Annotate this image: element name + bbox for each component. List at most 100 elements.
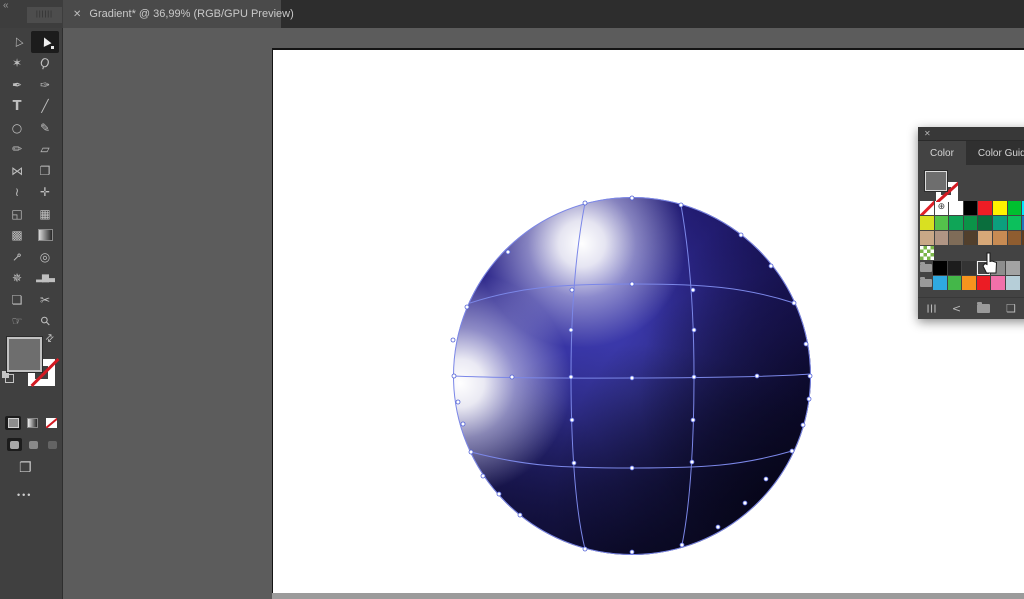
tool-puppet-warp-tool[interactable]: ✛ xyxy=(31,182,59,204)
swatch[interactable] xyxy=(949,201,963,215)
toolbar-drag-grip[interactable]: |||||| xyxy=(27,7,62,23)
panel-header[interactable]: ✕ xyxy=(918,127,1024,141)
edit-toolbar-button[interactable]: ••• xyxy=(17,490,32,500)
change-screen-mode-button[interactable]: ❐ xyxy=(19,460,32,476)
zoom-tool-icon: ⚲ xyxy=(37,313,53,329)
tool-blend-tool[interactable]: ◎ xyxy=(31,246,59,268)
swatch-libraries-icon[interactable]: ☰ xyxy=(924,304,937,314)
tool-hand-tool[interactable]: ☞ xyxy=(3,311,31,333)
swatch[interactable] xyxy=(933,276,947,290)
swatch[interactable] xyxy=(1008,231,1022,245)
tool-column-graph-tool[interactable]: ▂▆▃ xyxy=(31,268,59,290)
tool-type-tool[interactable]: T xyxy=(3,96,31,118)
swatch[interactable] xyxy=(978,216,992,230)
swatch-none[interactable] xyxy=(920,201,934,215)
color-group-folder-icon[interactable] xyxy=(920,264,932,272)
draw-normal-button[interactable] xyxy=(7,438,22,451)
color-button[interactable] xyxy=(5,416,21,430)
swatch[interactable] xyxy=(1008,216,1022,230)
show-swatch-kinds-icon[interactable]: < xyxy=(952,302,961,315)
swatch[interactable] xyxy=(977,276,991,290)
swatch[interactable] xyxy=(991,261,1005,275)
swatch[interactable] xyxy=(964,231,978,245)
gradient-button[interactable] xyxy=(24,416,40,430)
tool-artboard-tool[interactable]: ❏ xyxy=(3,289,31,311)
swatch[interactable] xyxy=(933,261,947,275)
swatch[interactable] xyxy=(993,201,1007,215)
none-button-icon xyxy=(46,418,57,428)
tool-shape-builder-tool[interactable]: ◱ xyxy=(3,203,31,225)
panel-tabs: Color Color Guide xyxy=(918,141,1024,165)
none-button[interactable] xyxy=(43,416,59,430)
swatch[interactable] xyxy=(935,231,949,245)
tool-slice-tool[interactable]: ✂ xyxy=(31,289,59,311)
swatch[interactable] xyxy=(1006,261,1020,275)
new-color-group-icon[interactable] xyxy=(977,304,990,313)
tool-lasso-tool[interactable]: Ϙ xyxy=(31,53,59,75)
symbol-sprayer-tool-icon: ✵ xyxy=(12,271,22,285)
close-document-icon[interactable]: ✕ xyxy=(73,9,81,20)
swatch[interactable] xyxy=(1008,201,1022,215)
swatch[interactable] xyxy=(949,231,963,245)
tool-paintbrush-tool[interactable]: ✎ xyxy=(31,117,59,139)
tool-mesh-tool[interactable]: ▩ xyxy=(3,225,31,247)
tool-line-segment-tool[interactable]: ╱ xyxy=(31,96,59,118)
tool-perspective-grid-tool[interactable]: ▦ xyxy=(31,203,59,225)
draw-behind-button[interactable] xyxy=(26,438,41,451)
swatch[interactable] xyxy=(920,216,934,230)
tool-scale-tool[interactable]: ❐ xyxy=(31,160,59,182)
swatch[interactable] xyxy=(964,201,978,215)
swatch[interactable] xyxy=(920,231,934,245)
swap-fill-stroke-icon[interactable]: ⇄ xyxy=(43,332,57,346)
swatch-pattern[interactable] xyxy=(920,246,934,260)
panel-footer: ☰ < ❑ xyxy=(918,297,1024,319)
close-panel-icon[interactable]: ✕ xyxy=(924,129,931,138)
horizontal-scrollbar[interactable] xyxy=(272,593,1024,599)
new-swatch-icon[interactable]: ❑ xyxy=(1006,302,1016,315)
swatch-drop-target[interactable] xyxy=(977,261,991,275)
swatch[interactable] xyxy=(948,276,962,290)
swatch[interactable] xyxy=(993,231,1007,245)
default-fill-stroke-icon[interactable] xyxy=(2,371,14,383)
tool-reflect-tool[interactable]: ⋈ xyxy=(3,160,31,182)
document-tab[interactable]: ✕ Gradient* @ 36,99% (RGB/GPU Preview) xyxy=(63,0,281,28)
tool-ellipse-tool[interactable]: ○ xyxy=(3,117,31,139)
lasso-tool-icon: Ϙ xyxy=(38,55,51,71)
panel-fill-swatch[interactable] xyxy=(925,171,947,191)
tool-curvature-tool[interactable]: ✑ xyxy=(31,74,59,96)
tool-eraser-tool[interactable]: ▱ xyxy=(31,139,59,161)
illustrator-window: « |||||| ✕ Gradient* @ 36,99% (RGB/GPU P… xyxy=(0,0,1024,599)
tool-direct-selection-tool[interactable]: ▶ xyxy=(31,31,59,53)
tool-symbol-sprayer-tool[interactable]: ✵ xyxy=(3,268,31,290)
swatch[interactable] xyxy=(991,276,1005,290)
tool-shaper-tool[interactable]: ✏ xyxy=(3,139,31,161)
swatch-registration[interactable]: ⊕ xyxy=(935,201,949,215)
swatch[interactable] xyxy=(935,216,949,230)
swatch[interactable] xyxy=(962,261,976,275)
hand-tool-icon: ☞ xyxy=(12,314,23,328)
tab-color-guide[interactable]: Color Guide xyxy=(966,141,1024,165)
tool-pen-tool[interactable]: ✒ xyxy=(3,74,31,96)
reflect-tool-icon: ⋈ xyxy=(11,164,23,178)
swatch[interactable] xyxy=(993,216,1007,230)
draw-inside-button[interactable] xyxy=(45,438,60,451)
swatch[interactable] xyxy=(949,216,963,230)
tab-color[interactable]: Color xyxy=(918,141,966,165)
swatch[interactable] xyxy=(964,216,978,230)
tool-gradient-tool[interactable] xyxy=(31,225,59,247)
tool-eyedropper-tool[interactable]: ⊸ xyxy=(3,246,31,268)
fill-swatch[interactable] xyxy=(7,337,42,372)
collapse-panel-icon[interactable]: « xyxy=(3,0,9,11)
tool-zoom-tool[interactable]: ⚲ xyxy=(31,311,59,333)
swatch[interactable] xyxy=(978,231,992,245)
tool-magic-wand-tool[interactable]: ✶ xyxy=(3,53,31,75)
tool-selection-tool[interactable]: ▷ xyxy=(3,31,31,53)
color-group-folder-icon[interactable] xyxy=(920,279,932,287)
tool-width-tool[interactable]: ≀ xyxy=(3,182,31,204)
swatch[interactable] xyxy=(962,276,976,290)
swatch[interactable] xyxy=(978,201,992,215)
swatch[interactable] xyxy=(1006,276,1020,290)
mesh-tool-icon: ▩ xyxy=(11,228,22,242)
swatch[interactable] xyxy=(948,261,962,275)
gradient-mesh-object[interactable] xyxy=(453,197,811,555)
